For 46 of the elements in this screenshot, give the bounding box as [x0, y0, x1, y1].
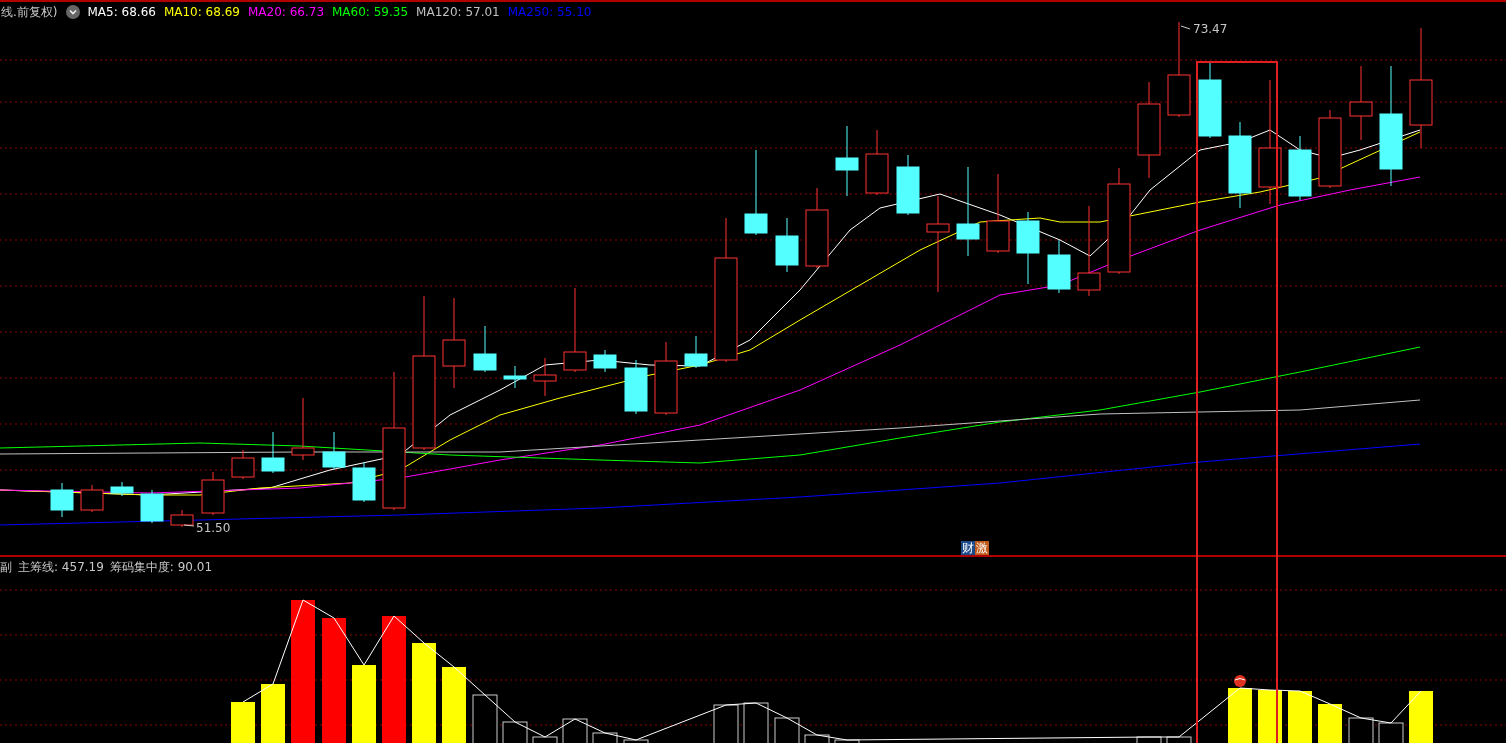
- dropdown-icon[interactable]: [65, 5, 80, 19]
- candlestick: [231, 449, 255, 480]
- ball-icon: [1234, 675, 1246, 687]
- news-tag[interactable]: 激: [975, 541, 989, 555]
- candlestick: [624, 359, 648, 415]
- candlestick: [261, 431, 285, 474]
- moving-average-value: MA250: 55.10: [507, 5, 592, 19]
- low-price-label: 51.50: [196, 521, 231, 535]
- moving-average-value: MA120: 57.01: [416, 5, 500, 19]
- volume-bar: [1409, 691, 1433, 743]
- news-tag[interactable]: 财: [961, 541, 975, 555]
- candlestick: [684, 335, 708, 369]
- candlestick: [503, 365, 527, 389]
- volume-bar: [231, 702, 255, 743]
- moving-average-value: MA20: 66.73: [247, 5, 324, 19]
- candlestick: [170, 509, 194, 528]
- candlestick: [110, 481, 134, 497]
- candlestick: [835, 125, 859, 197]
- candlestick: [1288, 135, 1312, 201]
- candlestick: [473, 325, 497, 373]
- candlestick: [80, 484, 104, 513]
- candlestick: [533, 357, 557, 397]
- candlestick: [896, 154, 920, 216]
- candlestick: [50, 482, 74, 518]
- volume-bar: [261, 684, 285, 743]
- candlestick: [775, 217, 799, 273]
- indicator-value: 副: [0, 558, 12, 576]
- candlestick: [140, 489, 164, 524]
- indicator-value: 主筹线: 457.19: [18, 558, 104, 576]
- moving-average-value: MA60: 59.35: [332, 5, 409, 19]
- volume-bar: [1258, 690, 1282, 743]
- candlestick: [352, 461, 376, 503]
- moving-average-value: MA10: 68.69: [163, 5, 240, 19]
- volume-bar: [1288, 691, 1312, 743]
- volume-bar: [1318, 704, 1342, 743]
- volume-bar: [1228, 688, 1252, 743]
- candlestick: [1047, 239, 1071, 294]
- candlestick: [865, 129, 889, 196]
- moving-average-value: MA5: 68.66: [87, 5, 156, 19]
- candlestick: [201, 471, 225, 516]
- candlestick: [593, 349, 617, 373]
- indicator-value: 筹码集中度: 90.01: [109, 558, 213, 576]
- chart-title: 线.前复权): [1, 3, 58, 21]
- high-price-label: 73.47: [1193, 22, 1228, 36]
- candlestick: [291, 397, 315, 461]
- candlestick: [322, 431, 346, 470]
